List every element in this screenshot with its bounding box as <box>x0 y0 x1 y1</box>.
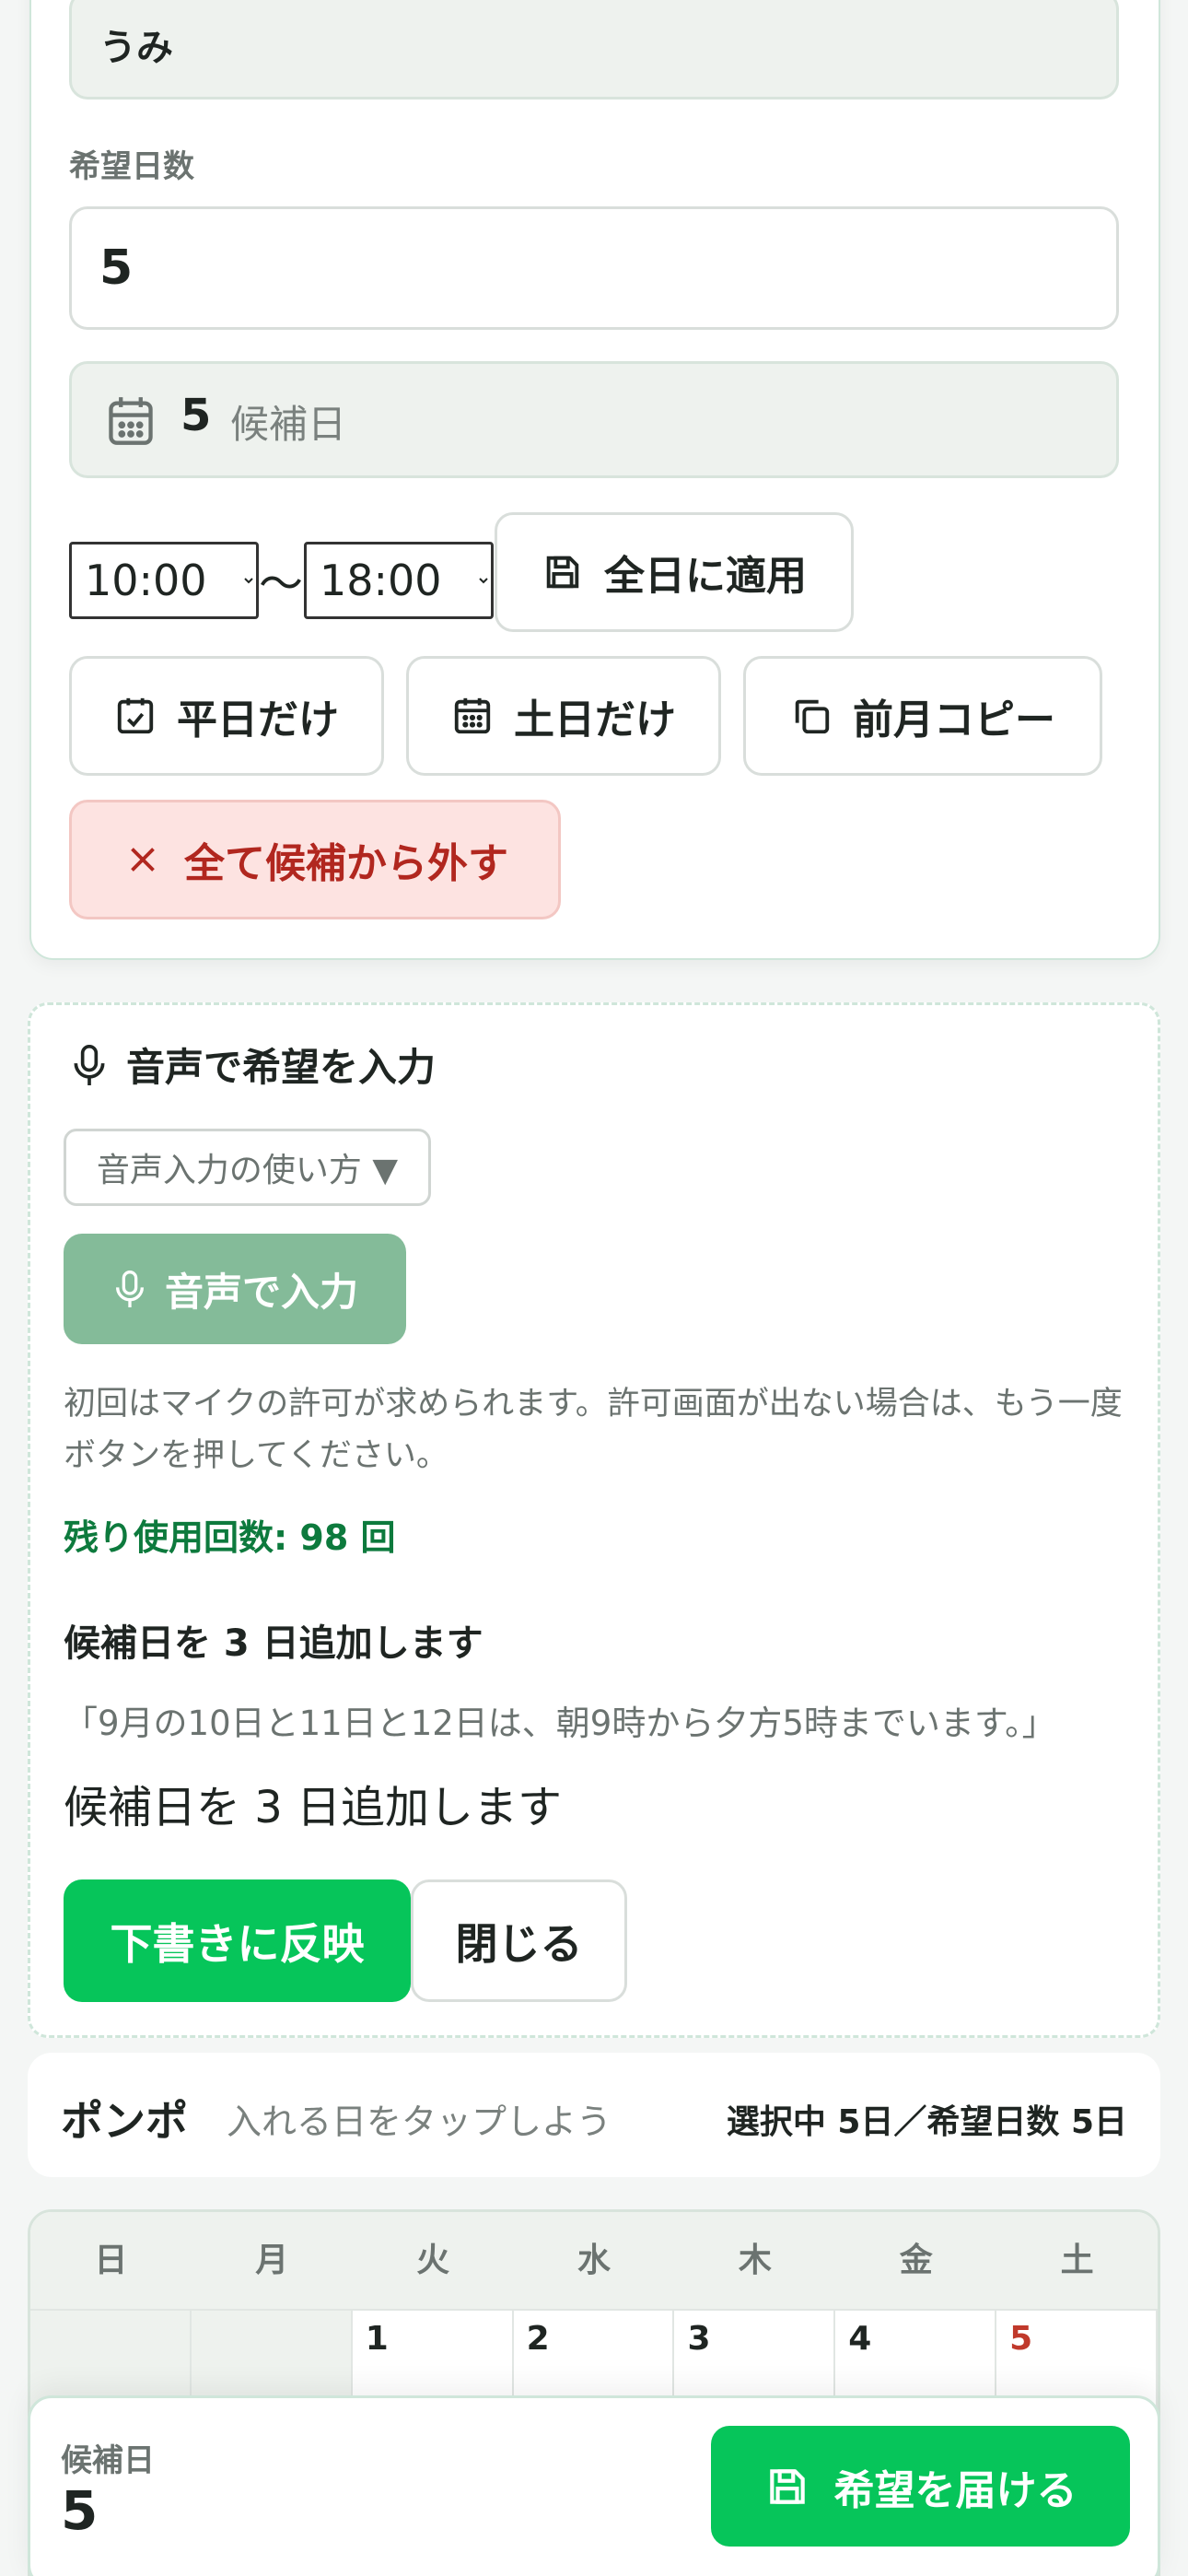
time-range-separator: 〜 <box>259 558 304 610</box>
name-value: うみ <box>99 27 173 69</box>
voice-input-button[interactable]: 音声で入力 <box>64 1234 406 1344</box>
selection-status-bar: ポンポ 入れる日をタップしよう 選択中 5日／希望日数 5日 <box>28 2053 1160 2177</box>
desired-days-label: 希望日数 <box>69 148 194 185</box>
copy-previous-month-button[interactable]: 前月コピー <box>743 656 1102 776</box>
end-time-select[interactable]: 18:00 <box>304 542 494 619</box>
close-button[interactable]: 閉じる <box>411 1879 627 2002</box>
desired-days-input[interactable]: 5 <box>69 206 1119 330</box>
weekday-thu: 木 <box>738 2242 772 2279</box>
microphone-icon <box>115 1270 144 1307</box>
apply-to-draft-button[interactable]: 下書きに反映 <box>64 1879 411 2002</box>
voice-howto-toggle[interactable]: 音声入力の使い方 ▼ <box>64 1129 431 1206</box>
calendar-icon <box>109 397 153 445</box>
weekday-mon: 月 <box>255 2242 289 2279</box>
weekday-tue: 火 <box>416 2242 450 2279</box>
weekday-sun: 日 <box>94 2242 128 2279</box>
voice-input-title: 音声で希望を入力 <box>126 1045 437 1090</box>
calendar-weekday-header: 日 月 火 水 木 金 土 <box>30 2212 1158 2309</box>
clear-all-candidates-button[interactable]: 全て候補から外す <box>69 800 561 919</box>
apply-all-days-button[interactable]: 全日に適用 <box>495 512 854 632</box>
name-field[interactable]: うみ <box>69 0 1119 100</box>
submit-footer: 候補日 5 希望を届ける <box>28 2395 1160 2576</box>
weekends-only-label: 土日だけ <box>514 697 676 744</box>
save-icon <box>769 2468 805 2504</box>
footer-candidate-label: 候補日 <box>61 2442 155 2479</box>
weekday-fri: 金 <box>899 2242 933 2279</box>
voice-result-heading: 候補日を 3 日追加します <box>64 1622 483 1665</box>
candidate-count-display: 5 候補日 <box>69 361 1119 478</box>
weekdays-only-button[interactable]: 平日だけ <box>69 656 384 776</box>
copy-previous-month-label: 前月コピー <box>853 697 1055 744</box>
candidate-count: 5 <box>181 390 212 441</box>
desired-days-value: 5 <box>99 240 134 296</box>
microphone-permission-help: 初回はマイクの許可が求められます。許可画面が出ない場合は、もう一度ボタンを押して… <box>64 1386 1123 1474</box>
weekends-only-button[interactable]: 土日だけ <box>406 656 721 776</box>
voice-input-heading: 音声で希望を入力 <box>69 1036 436 1093</box>
selection-status: 選択中 5日／希望日数 5日 <box>726 2103 1127 2141</box>
remaining-uses: 残り使用回数: 98 回 <box>64 1517 396 1558</box>
apply-all-days-label: 全日に適用 <box>604 553 807 600</box>
weekdays-only-label: 平日だけ <box>177 697 339 744</box>
clear-all-candidates-label: 全て候補から外す <box>184 840 508 887</box>
app-name: ポンポ <box>61 2096 188 2146</box>
weekday-wed: 水 <box>577 2242 611 2279</box>
voice-input-button-label: 音声で入力 <box>164 1269 358 1315</box>
start-time-select[interactable]: 10:00 <box>69 542 259 619</box>
submit-preferences-button[interactable]: 希望を届ける <box>711 2426 1130 2547</box>
footer-candidate-count: 5 <box>61 2479 99 2542</box>
submit-preferences-label: 希望を届ける <box>833 2466 1077 2514</box>
tap-hint: 入れる日をタップしよう <box>227 2102 612 2142</box>
weekday-sat: 土 <box>1060 2242 1094 2279</box>
calendar-check-icon <box>117 697 154 734</box>
microphone-icon <box>74 1044 105 1085</box>
close-icon <box>131 848 155 872</box>
calendar-icon <box>454 697 491 734</box>
save-icon <box>546 556 579 589</box>
voice-result-summary: 候補日を 3 日追加します <box>64 1782 563 1833</box>
candidate-suffix: 候補日 <box>230 402 347 447</box>
copy-icon <box>795 699 830 734</box>
voice-transcript: 「9月の10日と11日と12日は、朝9時から夕方5時までいます。」 <box>64 1704 1056 1743</box>
